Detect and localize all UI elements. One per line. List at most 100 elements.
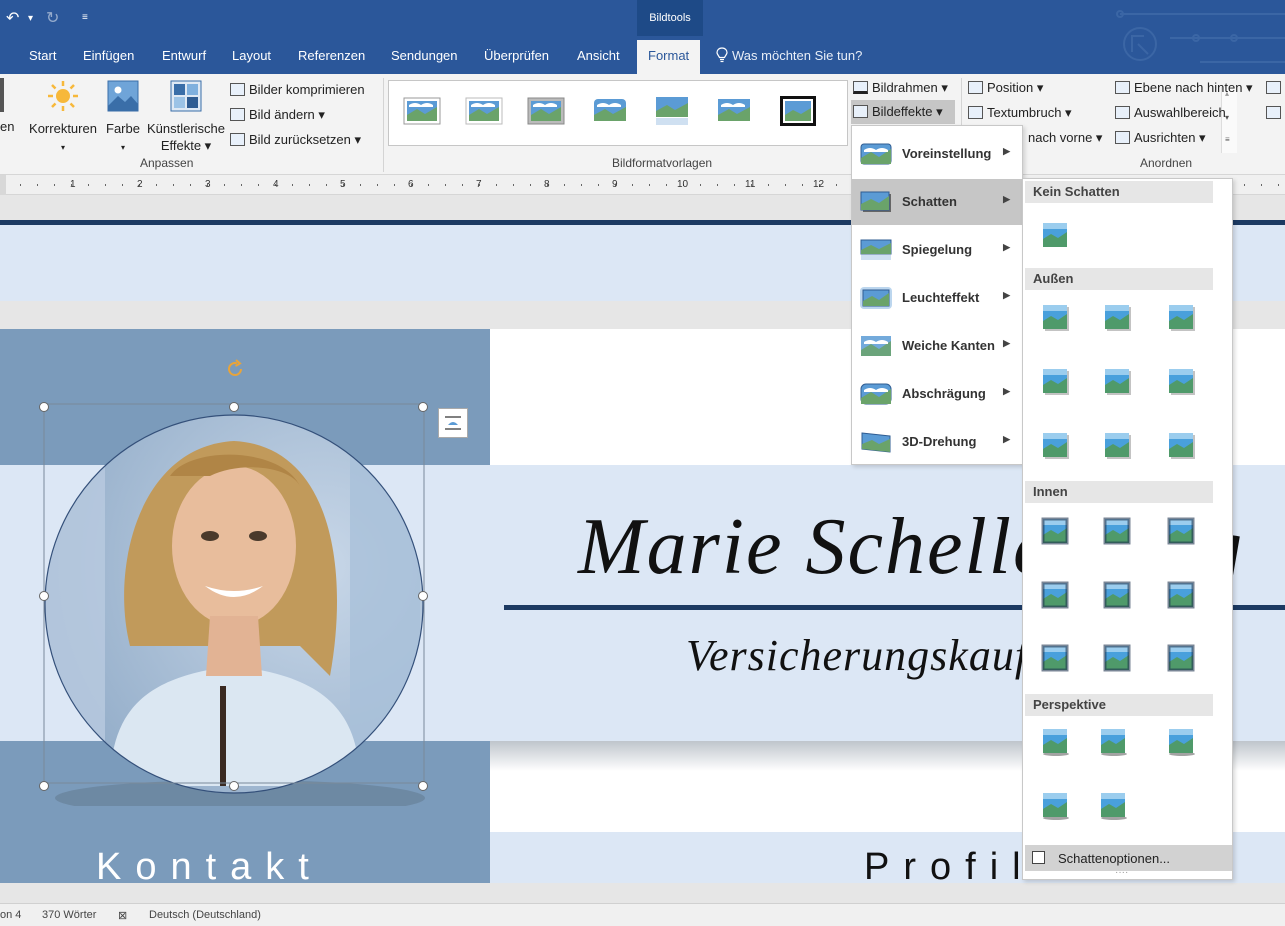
menu-item-voreinstellung[interactable]: Voreinstellung ▶ bbox=[852, 131, 1022, 177]
inner-shadow-option-2[interactable] bbox=[1167, 517, 1197, 547]
persp-shadow-option-4[interactable] bbox=[1099, 791, 1129, 821]
menu-item-schatten[interactable]: Schatten ▶ bbox=[852, 179, 1022, 225]
language-indicator[interactable]: Deutsch (Deutschland) bbox=[149, 909, 261, 921]
inner-shadow-option-3[interactable] bbox=[1041, 581, 1071, 611]
remove-background-label[interactable]: en bbox=[0, 119, 14, 134]
ebene-nach-hinten-button[interactable]: Ebene nach hinten ▾ bbox=[1115, 80, 1253, 96]
outer-shadow-option-4[interactable] bbox=[1103, 367, 1133, 397]
outer-shadow-option-0[interactable] bbox=[1041, 303, 1071, 333]
persp-shadow-option-2[interactable] bbox=[1167, 727, 1197, 757]
auswahlbereich-button[interactable]: Auswahlbereich bbox=[1115, 105, 1226, 120]
resize-handle[interactable] bbox=[39, 781, 49, 791]
page-indicator[interactable]: on 4 bbox=[0, 909, 21, 921]
inner-shadow-option-0[interactable] bbox=[1041, 517, 1071, 547]
inner-shadow-option-6[interactable] bbox=[1041, 644, 1071, 674]
picture-style-1[interactable] bbox=[403, 95, 441, 127]
persp-shadow-option-3[interactable] bbox=[1041, 791, 1071, 821]
bildeffekte-button[interactable]: Bildeffekte ▾ bbox=[851, 100, 955, 124]
resize-handle[interactable] bbox=[39, 591, 49, 601]
nach-vorne-button[interactable]: nach vorne ▾ bbox=[1028, 130, 1102, 146]
layout-options-button[interactable] bbox=[438, 408, 468, 438]
menu-item-label: Weiche Kanten bbox=[902, 338, 995, 353]
rotate-handle-icon[interactable] bbox=[224, 358, 246, 380]
ruler-tick bbox=[309, 184, 310, 186]
outer-shadow-option-8[interactable] bbox=[1167, 431, 1197, 461]
persp-shadow-option-1[interactable] bbox=[1099, 727, 1129, 757]
glow-effect-icon bbox=[860, 287, 892, 309]
submenu-arrow-icon: ▶ bbox=[1003, 242, 1010, 252]
korrekturen-button[interactable]: Korrekturen ▾ bbox=[28, 80, 98, 156]
profil-heading[interactable]: Profil bbox=[864, 846, 1035, 883]
tab-layout[interactable]: Layout bbox=[232, 40, 271, 74]
picture-style-2[interactable] bbox=[465, 95, 503, 127]
none-shadow-option-0[interactable] bbox=[1041, 221, 1071, 251]
remove-background-icon-partial[interactable] bbox=[0, 78, 4, 112]
menu-item-spiegelung[interactable]: Spiegelung ▶ bbox=[852, 227, 1022, 273]
position-button[interactable]: Position ▾ bbox=[968, 80, 1043, 96]
customize-qat-icon[interactable]: ≡ bbox=[82, 12, 88, 23]
outer-shadow-option-7[interactable] bbox=[1103, 431, 1133, 461]
bildrahmen-button[interactable]: Bildrahmen ▾ bbox=[853, 80, 948, 96]
bild-aendern-button[interactable]: Bild ändern ▾ bbox=[230, 107, 325, 123]
gallery-scroll[interactable]: ▴ ▾ ≡ bbox=[1221, 87, 1237, 153]
resize-handle[interactable] bbox=[418, 591, 428, 601]
tab-start[interactable]: Start bbox=[29, 40, 56, 74]
resize-handle[interactable] bbox=[229, 402, 239, 412]
rotate-objects-button[interactable] bbox=[1266, 105, 1285, 120]
menu-item-abschraegung[interactable]: Abschrägung ▶ bbox=[852, 371, 1022, 417]
menu-item-3d-drehung[interactable]: 3D-Drehung ▶ bbox=[852, 419, 1022, 465]
tab-referenzen[interactable]: Referenzen bbox=[298, 40, 365, 74]
resize-handle[interactable] bbox=[418, 781, 428, 791]
undo-dropdown-icon[interactable]: ▾ bbox=[28, 13, 33, 24]
tab-ueberpruefen[interactable]: Überprüfen bbox=[484, 40, 549, 74]
shadow-effect-icon bbox=[860, 191, 891, 212]
contextual-tab-group: Bildtools bbox=[637, 0, 703, 36]
textumbruch-button[interactable]: Textumbruch ▾ bbox=[968, 105, 1072, 121]
resize-handle[interactable] bbox=[418, 402, 428, 412]
picture-styles-gallery[interactable]: ▴ ▾ ≡ bbox=[388, 80, 1237, 153]
inner-shadow-option-5[interactable] bbox=[1167, 581, 1197, 611]
outer-shadow-option-2[interactable] bbox=[1167, 303, 1197, 333]
kontakt-heading[interactable]: Kontakt bbox=[96, 846, 323, 883]
group-objects-button[interactable] bbox=[1266, 80, 1285, 95]
ausrichten-button[interactable]: Ausrichten ▾ bbox=[1115, 130, 1206, 146]
shadow-options-button[interactable]: Schattenoptionen... bbox=[1025, 845, 1232, 871]
gallery-more-icon[interactable]: ≡ bbox=[1225, 135, 1230, 144]
bild-zuruecksetzen-button[interactable]: Bild zurücksetzen ▾ bbox=[230, 132, 361, 148]
profile-photo[interactable] bbox=[0, 346, 460, 806]
tell-me-box[interactable]: Was möchten Sie tun? bbox=[716, 40, 862, 74]
outer-shadow-option-5[interactable] bbox=[1167, 367, 1197, 397]
picture-style-5[interactable] bbox=[653, 95, 691, 127]
word-count[interactable]: 370 Wörter bbox=[42, 909, 96, 921]
bilder-komprimieren-button[interactable]: Bilder komprimieren bbox=[230, 82, 365, 97]
inner-shadow-option-4[interactable] bbox=[1103, 581, 1133, 611]
redo-icon[interactable]: ↻ bbox=[46, 8, 59, 28]
outer-shadow-option-3[interactable] bbox=[1041, 367, 1071, 397]
picture-style-4[interactable] bbox=[591, 95, 629, 127]
menu-item-weiche-kanten[interactable]: Weiche Kanten ▶ bbox=[852, 323, 1022, 369]
undo-icon[interactable]: ↶ bbox=[6, 8, 19, 28]
inner-shadow-option-7[interactable] bbox=[1103, 644, 1133, 674]
picture-style-7[interactable] bbox=[779, 95, 817, 127]
persp-shadow-option-0[interactable] bbox=[1041, 727, 1071, 757]
outer-shadow-option-1[interactable] bbox=[1103, 303, 1133, 333]
inner-shadow-option-1[interactable] bbox=[1103, 517, 1133, 547]
farbe-button[interactable]: Farbe ▾ bbox=[104, 80, 142, 156]
picture-style-3[interactable] bbox=[527, 95, 565, 127]
tab-format[interactable]: Format bbox=[637, 40, 701, 74]
inner-shadow-option-8[interactable] bbox=[1167, 644, 1197, 674]
menu-item-leuchteffekt[interactable]: Leuchteffekt ▶ bbox=[852, 275, 1022, 321]
ruler-number: 4 bbox=[273, 179, 279, 190]
proofing-icon[interactable]: ⊠ bbox=[118, 909, 127, 922]
resize-handle[interactable] bbox=[229, 781, 239, 791]
tab-sendungen[interactable]: Sendungen bbox=[391, 40, 458, 74]
kuenstlerische-effekte-button[interactable]: Künstlerische Effekte ▾ bbox=[146, 80, 226, 154]
tab-entwurf[interactable]: Entwurf bbox=[162, 40, 206, 74]
tab-einfuegen[interactable]: Einfügen bbox=[83, 40, 134, 74]
outer-shadow-option-6[interactable] bbox=[1041, 431, 1071, 461]
resize-handle[interactable] bbox=[39, 402, 49, 412]
anpassen-group-label: Anpassen bbox=[140, 156, 194, 170]
ruler-tick bbox=[190, 184, 191, 186]
picture-style-6[interactable] bbox=[715, 95, 753, 127]
tab-ansicht[interactable]: Ansicht bbox=[577, 40, 620, 74]
